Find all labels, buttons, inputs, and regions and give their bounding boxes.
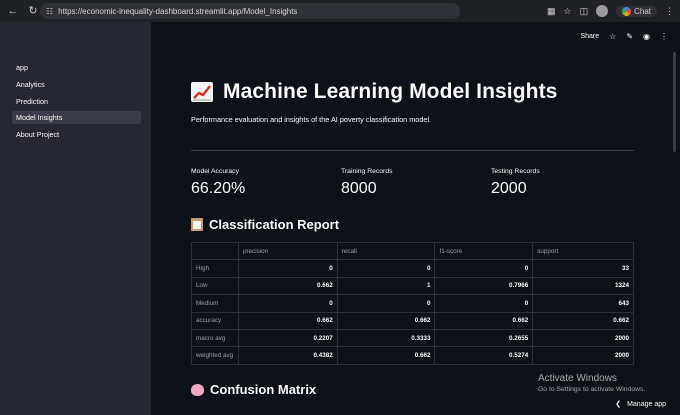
metric-label-testing: Testing Records xyxy=(491,168,540,175)
metric-value-training: 8000 xyxy=(341,180,377,197)
table-row: High 0 0 0 33 xyxy=(191,259,634,278)
manage-app-label: Manage app xyxy=(627,400,666,408)
table-cell[interactable]: 0 xyxy=(434,294,534,313)
app-toolbar: Share ☆ ✎ ◉ ⋮ xyxy=(580,32,668,41)
row-label: Medium xyxy=(191,294,239,313)
metric-label-training: Training Records xyxy=(341,168,393,175)
star-icon[interactable]: ☆ xyxy=(609,32,616,41)
row-label: accuracy xyxy=(191,311,239,330)
chat-button[interactable]: Chat xyxy=(616,5,657,17)
sidebar-item-about-project[interactable]: About Project xyxy=(12,128,141,141)
pencil-icon[interactable]: ✎ xyxy=(626,32,633,41)
table-cell[interactable]: 0 xyxy=(434,259,534,278)
kebab-menu-icon[interactable]: ⋮ xyxy=(660,32,668,41)
table-cell[interactable]: 0.4382 xyxy=(237,346,338,365)
metric-label-accuracy: Model Accuracy xyxy=(191,168,239,175)
table-header-index xyxy=(191,241,239,261)
table-cell[interactable]: 2000 xyxy=(532,346,634,365)
table-row: Low 0.662 1 0.7966 1324 xyxy=(191,276,634,296)
main-content: Share ☆ ✎ ◉ ⋮ Machine Learning Model Ins… xyxy=(151,22,680,415)
table-cell[interactable]: 2000 xyxy=(532,328,634,348)
divider xyxy=(191,150,634,151)
table-cell[interactable]: 1324 xyxy=(532,276,634,296)
browser-menu-icon[interactable]: ⋮ xyxy=(665,6,674,17)
table-header-support[interactable]: support xyxy=(532,241,634,261)
watermark-subtitle: Go to Settings to activate Windows. xyxy=(538,386,646,393)
clipboard-icon xyxy=(191,218,203,231)
share-button[interactable]: Share xyxy=(580,33,599,40)
table-cell[interactable]: 0.3333 xyxy=(336,328,436,348)
reload-icon[interactable]: ↻ xyxy=(26,4,40,18)
table-cell[interactable]: 1 xyxy=(336,276,436,296)
table-cell[interactable]: 0.662 xyxy=(434,311,534,330)
table-cell[interactable]: 643 xyxy=(532,294,634,313)
metric-value-accuracy: 66.20% xyxy=(191,180,246,197)
table-cell[interactable]: 0.7966 xyxy=(434,276,534,296)
table-cell[interactable]: 33 xyxy=(532,259,634,278)
table-cell[interactable]: 0 xyxy=(237,259,338,278)
sidebar-item-app[interactable]: app xyxy=(12,61,141,74)
metric-value-testing: 2000 xyxy=(491,180,527,197)
chat-label: Chat xyxy=(634,6,651,16)
table-cell[interactable]: 0 xyxy=(336,259,436,278)
sidebar-item-prediction[interactable]: Prediction xyxy=(12,95,141,108)
table-cell[interactable]: 0.662 xyxy=(336,346,436,365)
table-header-row: precision recall f1-score support xyxy=(191,241,634,261)
browser-toolbar: ← ↻ ☷ https://economic-inequality-dashbo… xyxy=(0,0,680,22)
browser-window: ← ↻ ☷ https://economic-inequality-dashbo… xyxy=(0,0,680,415)
table-cell[interactable]: 0.662 xyxy=(237,276,338,296)
table-cell[interactable]: 0.2655 xyxy=(434,328,534,348)
table-header-f1-score[interactable]: f1-score xyxy=(434,241,534,261)
confusion-matrix-heading: Confusion Matrix xyxy=(210,382,317,397)
row-label: macro avg xyxy=(191,328,239,348)
table-cell[interactable]: 0.5274 xyxy=(434,346,534,365)
row-label: weighted avg xyxy=(191,346,239,365)
browser-actions: ▦ ☆ ◫ Chat ⋮ xyxy=(547,3,674,19)
sidebar-panel-icon[interactable]: ◫ xyxy=(580,6,589,17)
table-header-precision[interactable]: precision xyxy=(237,241,338,261)
brain-icon xyxy=(191,383,204,396)
chevron-left-icon: ❮ xyxy=(615,401,622,408)
chart-increasing-icon xyxy=(191,82,213,102)
row-label: Low xyxy=(191,276,239,296)
row-label: High xyxy=(191,259,239,278)
github-icon[interactable]: ◉ xyxy=(643,32,650,41)
sidebar: app Analytics Prediction Model Insights … xyxy=(0,22,151,415)
page-subtitle: Performance evaluation and insights of t… xyxy=(191,115,432,124)
page-title-row: Machine Learning Model Insights xyxy=(191,80,557,104)
manage-app-button[interactable]: ❮ Manage app xyxy=(615,400,666,409)
confusion-matrix-heading-row: Confusion Matrix xyxy=(191,382,316,397)
page-title: Machine Learning Model Insights xyxy=(223,80,558,103)
windows-activation-watermark: Activate Windows Go to Settings to activ… xyxy=(538,373,645,393)
table-cell[interactable]: 0 xyxy=(336,294,436,313)
table-cell[interactable]: 0.662 xyxy=(237,311,338,330)
watermark-title: Activate Windows xyxy=(538,373,617,384)
sidebar-item-analytics[interactable]: Analytics xyxy=(12,78,141,91)
address-bar[interactable]: ☷ https://economic-inequality-dashboard.… xyxy=(40,3,460,19)
classification-report-heading: Classification Report xyxy=(209,217,340,232)
table-row: Medium 0 0 0 643 xyxy=(191,294,634,313)
table-cell[interactable]: 0.662 xyxy=(336,311,436,330)
url-text: https://economic-inequality-dashboard.st… xyxy=(58,6,298,16)
bookmark-star-icon[interactable]: ☆ xyxy=(564,6,572,17)
site-info-icon[interactable]: ☷ xyxy=(46,7,53,16)
profile-avatar[interactable] xyxy=(596,5,609,17)
table-row: weighted avg 0.4382 0.662 0.5274 2000 xyxy=(191,346,634,365)
table-cell[interactable]: 0.2207 xyxy=(237,328,338,348)
extensions-icon[interactable]: ▦ xyxy=(547,6,556,17)
classification-report-table[interactable]: precision recall f1-score support High 0… xyxy=(191,241,634,365)
classification-report-heading-row: Classification Report xyxy=(191,217,339,232)
back-arrow-icon[interactable]: ← xyxy=(6,4,20,18)
scrollbar[interactable] xyxy=(673,52,676,152)
table-cell[interactable]: 0 xyxy=(237,294,338,313)
table-row: accuracy 0.662 0.662 0.662 0.662 xyxy=(191,311,634,330)
table-row: macro avg 0.2207 0.3333 0.2655 2000 xyxy=(191,328,634,348)
gemini-icon xyxy=(622,6,632,16)
table-cell[interactable]: 0.662 xyxy=(532,311,634,330)
table-header-recall[interactable]: recall xyxy=(336,241,436,261)
sidebar-item-model-insights[interactable]: Model Insights xyxy=(12,111,141,124)
